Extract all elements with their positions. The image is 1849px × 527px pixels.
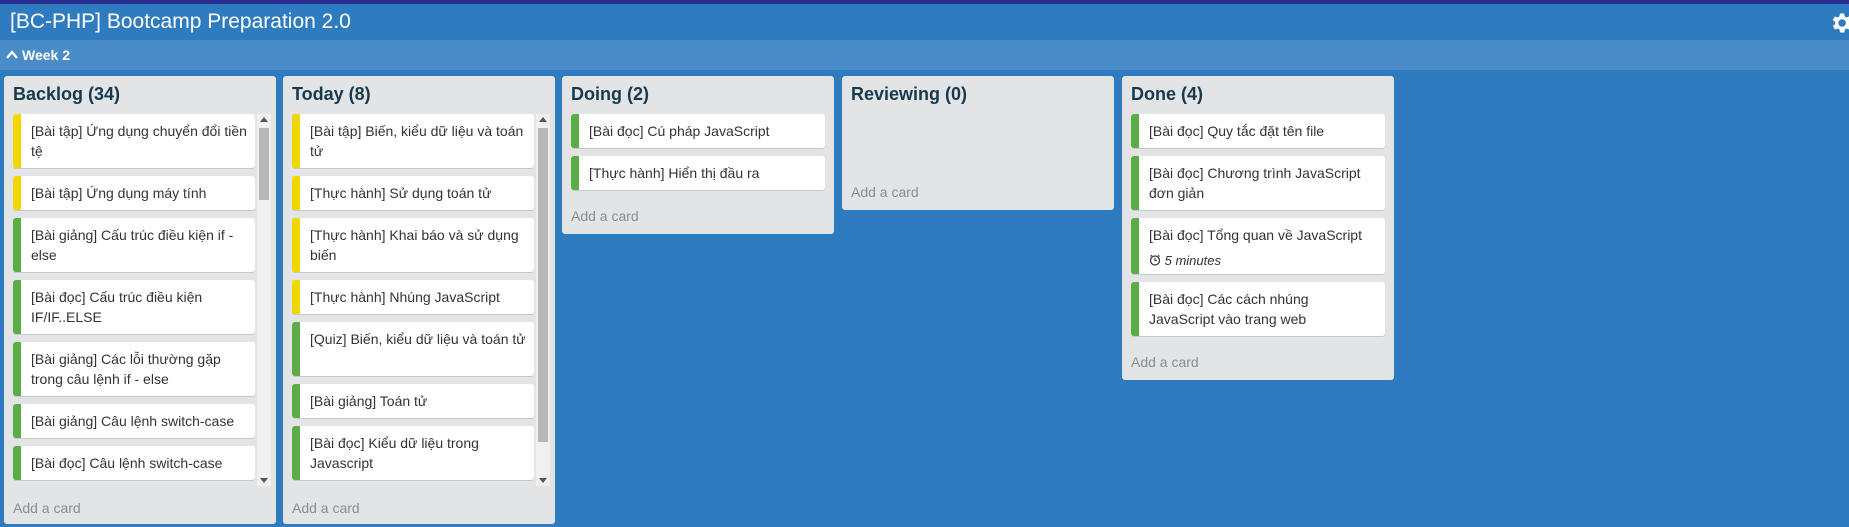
- chevron-up-icon[interactable]: [5, 48, 19, 62]
- card[interactable]: [Bài đọc] Kiểu dữ liệu trong Javascript: [292, 426, 534, 480]
- label-bar: [1131, 156, 1139, 210]
- card-title: [Bài tập] Biến, kiểu dữ liệu và toán tử: [310, 123, 524, 159]
- card[interactable]: [Thực hành] Sử dụng toán tử: [292, 176, 534, 210]
- label-bar: [292, 426, 300, 480]
- label-bar: [292, 218, 300, 272]
- label-bar: [1131, 282, 1139, 336]
- time-estimate-text: 5 minutes: [1164, 253, 1221, 268]
- card[interactable]: [Bài đọc] Câu lệnh switch-case: [13, 446, 255, 480]
- add-card-button[interactable]: Add a card: [13, 499, 81, 517]
- card[interactable]: [Bài đọc] Tổng quan về JavaScript 5 minu…: [1131, 218, 1385, 274]
- list-title: Reviewing (0): [851, 84, 968, 104]
- card-title: [Bài đọc] Quy tắc đặt tên file: [1149, 123, 1325, 139]
- label-bar: [13, 176, 21, 210]
- label-bar: [13, 280, 21, 334]
- list-scrollbar[interactable]: [536, 114, 550, 486]
- board-header: [BC-PHP] Bootcamp Preparation 2.0: [0, 4, 1849, 40]
- scrollbar-thumb[interactable]: [538, 128, 548, 442]
- card-title: [Thực hành] Sử dụng toán tử: [310, 185, 492, 201]
- list-title: Doing (2): [571, 84, 649, 104]
- card-title: [Bài tập] Ứng dụng chuyển đổi tiền tệ: [31, 123, 247, 159]
- scroll-up-arrow-icon[interactable]: [260, 116, 268, 124]
- list-doing: Doing (2) [Bài đọc] Cú pháp JavaScript […: [562, 76, 834, 234]
- card[interactable]: [Bài đọc] Chương trình JavaScript đơn gi…: [1131, 156, 1385, 210]
- label-bar: [571, 156, 579, 190]
- card-title: [Bài đọc] Cấu trúc điều kiện IF/IF..ELSE: [31, 289, 203, 325]
- card-container: [Bài đọc] Quy tắc đặt tên file [Bài đọc]…: [1122, 114, 1394, 344]
- card[interactable]: [Thực hành] Hiển thị đầu ra: [571, 156, 825, 190]
- card[interactable]: [Bài tập] Biến, kiểu dữ liệu và toán tử: [292, 114, 534, 168]
- card-title: [Bài giảng] Toán tử: [310, 393, 428, 409]
- list-title: Today (8): [292, 84, 371, 104]
- card[interactable]: [Bài giảng] Toán tử: [292, 384, 534, 418]
- card-title: [Bài giảng] Cấu trúc điều kiện if - else: [31, 227, 234, 263]
- card-title: [Bài đọc] Kiểu dữ liệu trong Javascript: [310, 435, 479, 471]
- label-bar: [571, 114, 579, 148]
- label-bar: [13, 446, 21, 480]
- label-bar: [13, 342, 21, 396]
- card-title: [Thực hành] Khai báo và sử dụng biến: [310, 227, 519, 263]
- card[interactable]: [Thực hành] Nhúng JavaScript: [292, 280, 534, 314]
- list-title: Done (4): [1131, 84, 1203, 104]
- card-time-estimate: 5 minutes: [1149, 252, 1221, 270]
- card-title: [Bài giảng] Câu lệnh switch-case: [31, 413, 235, 429]
- gear-icon[interactable]: [1828, 10, 1849, 36]
- card[interactable]: [Bài tập] Ứng dụng máy tính: [13, 176, 255, 210]
- card-title: [Bài đọc] Cú pháp JavaScript: [589, 123, 770, 139]
- swimlane-header[interactable]: Week 2: [0, 40, 1849, 70]
- list-title: Backlog (34): [13, 84, 121, 104]
- card-title: [Thực hành] Nhúng JavaScript: [310, 289, 500, 305]
- card-container: [Bài đọc] Cú pháp JavaScript [Thực hành]…: [562, 114, 834, 194]
- scrollbar-thumb[interactable]: [259, 128, 269, 200]
- swimlane-title: Week 2: [22, 47, 70, 63]
- card-title: [Bài tập] Ứng dụng máy tính: [31, 185, 207, 201]
- label-bar: [13, 114, 21, 168]
- add-card-button[interactable]: Add a card: [292, 499, 360, 517]
- card[interactable]: [Thực hành] Khai báo và sử dụng biến: [292, 218, 534, 272]
- card-title: [Bài đọc] Chương trình JavaScript đơn gi…: [1149, 165, 1361, 201]
- card-container: [Bài tập] Biến, kiểu dữ liệu và toán tử …: [283, 114, 555, 486]
- card[interactable]: [Bài tập] Ứng dụng chuyển đổi tiền tệ: [13, 114, 255, 168]
- label-bar: [292, 322, 300, 376]
- add-card-button[interactable]: Add a card: [1131, 353, 1199, 371]
- card[interactable]: [Bài giảng] Cấu trúc điều kiện if - else: [13, 218, 255, 272]
- clock-icon: [1149, 254, 1161, 266]
- label-bar: [13, 404, 21, 438]
- card-title: [Thực hành] Hiển thị đầu ra: [589, 165, 760, 181]
- list-today: Today (8) [Bài tập] Biến, kiểu dữ liệu v…: [283, 76, 555, 524]
- card-title: [Bài đọc] Tổng quan về JavaScript: [1149, 227, 1362, 243]
- list-scrollbar[interactable]: [257, 114, 271, 486]
- card-title: [Quiz] Biến, kiểu dữ liệu và toán tử: [310, 331, 526, 347]
- card[interactable]: [Quiz] Biến, kiểu dữ liệu và toán tử: [292, 322, 534, 376]
- card[interactable]: [Bài đọc] Các cách nhúng JavaScript vào …: [1131, 282, 1385, 336]
- card-title: [Bài giảng] Các lỗi thường gặp trong câu…: [31, 351, 221, 387]
- card[interactable]: [Bài giảng] Câu lệnh switch-case: [13, 404, 255, 438]
- label-bar: [292, 280, 300, 314]
- label-bar: [292, 114, 300, 168]
- scroll-down-arrow-icon[interactable]: [260, 476, 268, 484]
- list-done: Done (4) [Bài đọc] Quy tắc đặt tên file …: [1122, 76, 1394, 380]
- list-reviewing: Reviewing (0) Add a card: [842, 76, 1114, 210]
- card[interactable]: [Bài giảng] Các lỗi thường gặp trong câu…: [13, 342, 255, 396]
- card-title: [Bài đọc] Các cách nhúng JavaScript vào …: [1149, 291, 1309, 327]
- card-title: [Bài đọc] Câu lệnh switch-case: [31, 455, 223, 471]
- label-bar: [292, 176, 300, 210]
- card-container: [Bài tập] Ứng dụng chuyển đổi tiền tệ [B…: [4, 114, 276, 486]
- card[interactable]: [Bài đọc] Cú pháp JavaScript: [571, 114, 825, 148]
- scroll-up-arrow-icon[interactable]: [539, 116, 547, 124]
- list-backlog: Backlog (34) [Bài tập] Ứng dụng chuyển đ…: [4, 76, 276, 524]
- label-bar: [13, 218, 21, 272]
- card[interactable]: [Bài đọc] Quy tắc đặt tên file: [1131, 114, 1385, 148]
- label-bar: [1131, 218, 1139, 274]
- scroll-down-arrow-icon[interactable]: [539, 476, 547, 484]
- label-bar: [292, 384, 300, 418]
- board-title[interactable]: [BC-PHP] Bootcamp Preparation 2.0: [10, 9, 351, 35]
- label-bar: [1131, 114, 1139, 148]
- add-card-button[interactable]: Add a card: [571, 207, 639, 225]
- add-card-button[interactable]: Add a card: [851, 183, 919, 201]
- card[interactable]: [Bài đọc] Cấu trúc điều kiện IF/IF..ELSE: [13, 280, 255, 334]
